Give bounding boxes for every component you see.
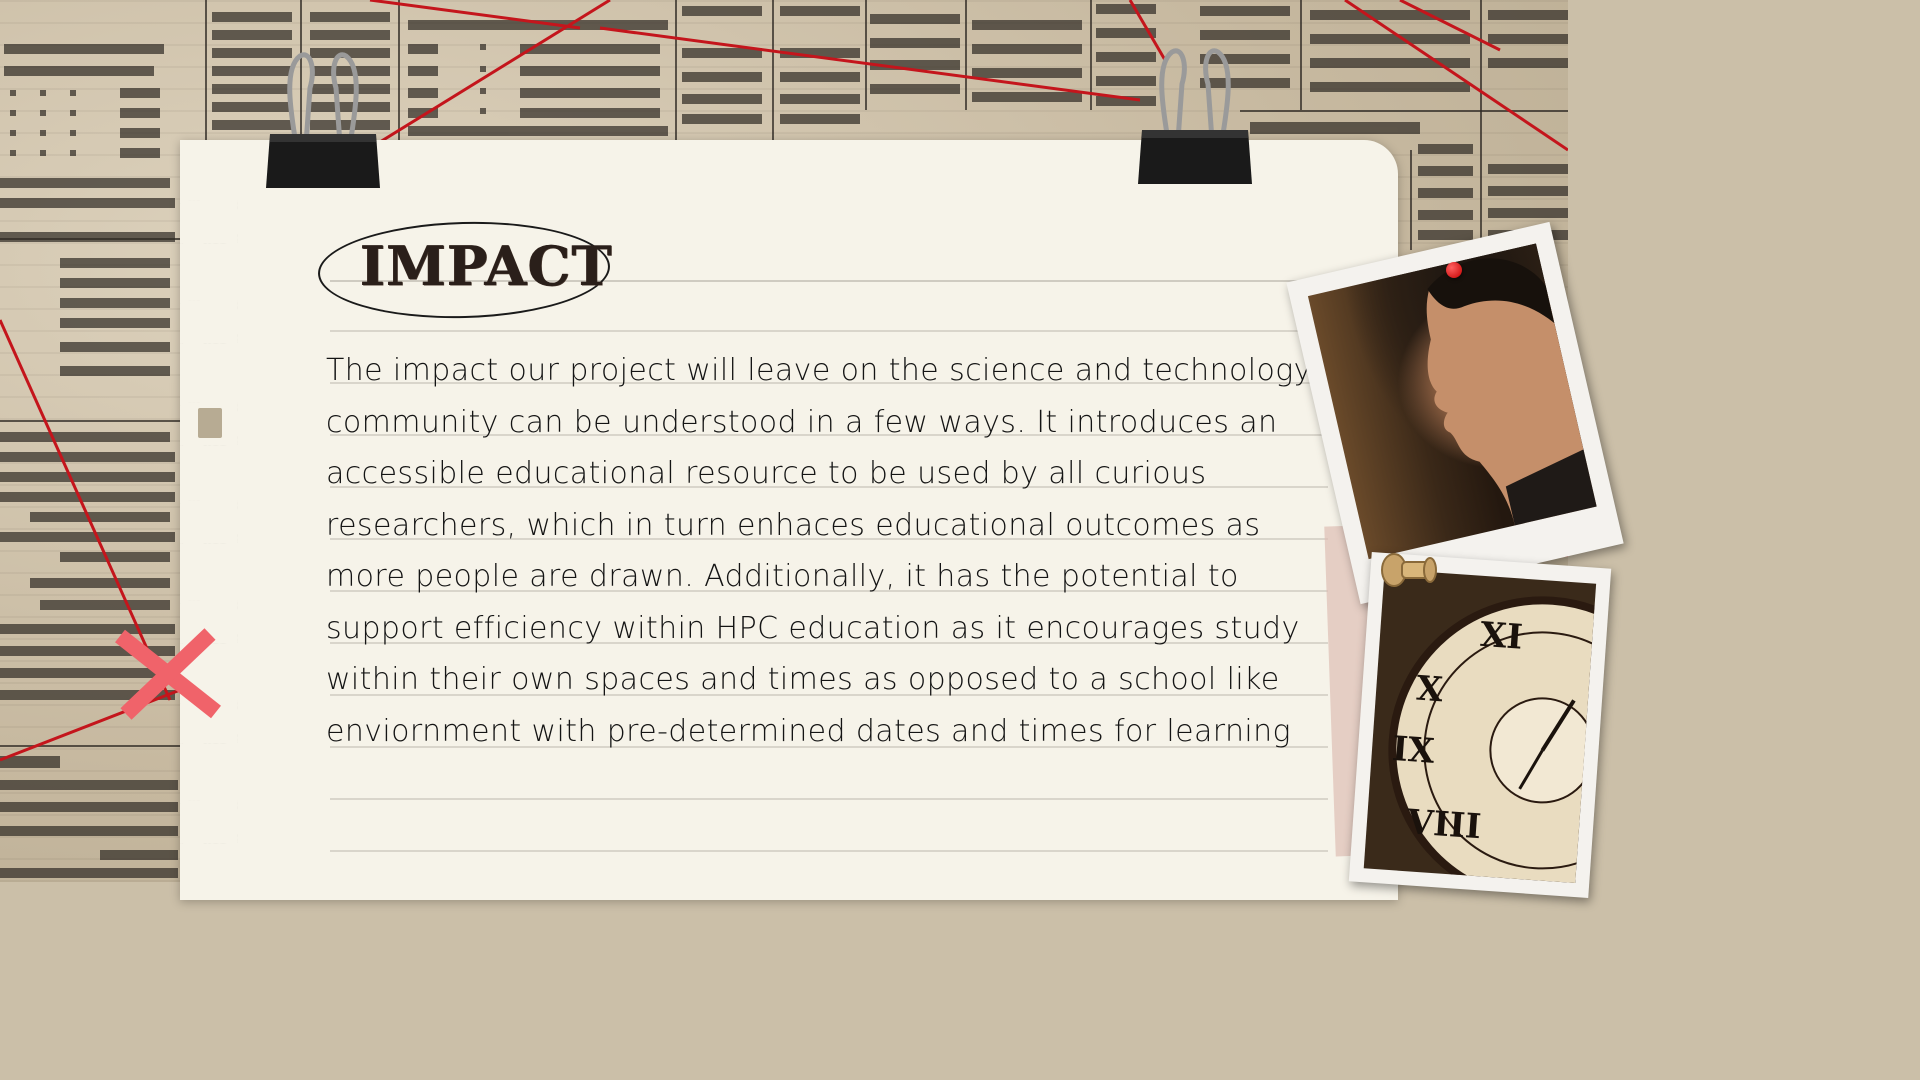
svg-text:XI: XI xyxy=(1479,615,1524,658)
svg-text:X: X xyxy=(1415,669,1445,711)
clock-photo: XI X IX VIII xyxy=(1348,552,1612,898)
thumbtack-icon xyxy=(1381,553,1437,587)
binder-clip-icon xyxy=(266,52,380,188)
push-pin-icon xyxy=(1446,262,1462,278)
slide-title: IMPACT xyxy=(360,234,613,298)
svg-text:VIII: VIII xyxy=(1405,802,1483,847)
torn-spiral-edge xyxy=(180,140,240,882)
x-mark-icon xyxy=(115,628,221,720)
slide-body-text: The impact our project will leave on the… xyxy=(326,353,1312,749)
binder-clip-icon xyxy=(1138,48,1252,184)
svg-text:IX: IX xyxy=(1391,729,1437,772)
